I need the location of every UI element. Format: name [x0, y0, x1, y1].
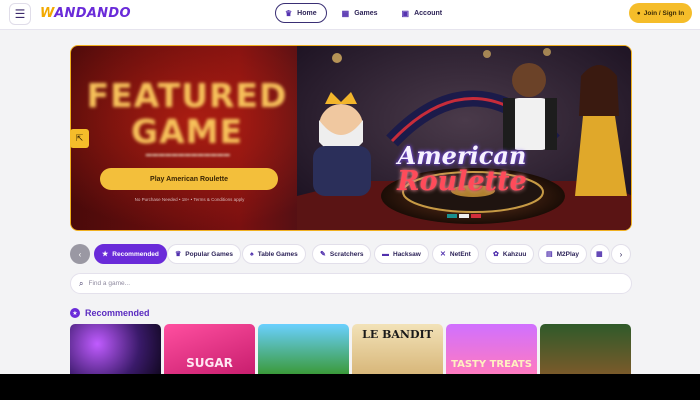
category-scratchers[interactable]: ✎ Scratchers: [312, 244, 372, 264]
chevron-left-icon[interactable]: ‹: [70, 244, 90, 264]
crown-icon: ♛: [175, 251, 182, 258]
section-header: ★ Recommended: [70, 308, 150, 318]
category-more[interactable]: ▦: [590, 244, 610, 264]
nav-account[interactable]: ▣ Account: [393, 3, 452, 23]
play-featured-button[interactable]: Play American Roulette: [100, 168, 278, 190]
featured-title: FEATURED GAME: [86, 76, 288, 151]
account-icon: ▣: [401, 8, 410, 18]
star-icon: ★: [102, 251, 109, 258]
game-tile[interactable]: LE BANDIT: [352, 324, 443, 374]
grid-icon: ▦: [596, 251, 603, 258]
search-input[interactable]: [88, 280, 489, 287]
featured-game-art: [297, 46, 631, 230]
site-logo[interactable]: WANDANDO: [40, 6, 131, 21]
games-icon: ▦: [341, 8, 350, 18]
category-recommended[interactable]: ★ Recommended: [94, 244, 167, 264]
chevron-right-icon[interactable]: ›: [611, 244, 631, 264]
user-icon: ●: [636, 9, 641, 17]
bottom-black-bar: [0, 374, 700, 400]
category-bar: ‹ ★ Recommended ♛ Popular Games ♠ Table …: [70, 244, 632, 266]
menu-button[interactable]: ☰: [9, 3, 31, 25]
game-logo-text: American Roulette: [397, 141, 527, 197]
m2play-icon: ▤: [546, 251, 553, 258]
featured-disclaimer: No Purchase Needed • 18+ • Terms & Condi…: [134, 197, 245, 202]
game-tile[interactable]: [540, 324, 631, 374]
nav-home[interactable]: ♛ Home: [275, 3, 327, 23]
netent-icon: ✕: [440, 251, 446, 258]
game-search: ⌕: [70, 273, 632, 294]
game-tile[interactable]: [258, 324, 349, 374]
external-link-icon[interactable]: ⇱: [70, 129, 89, 148]
game-tile[interactable]: [70, 324, 161, 374]
category-netent[interactable]: ✕ NetEnt: [432, 244, 479, 264]
category-table-games[interactable]: ♠ Table Games: [242, 244, 306, 264]
game-tiles-row: SUGAR LE BANDIT TASTY TREATS: [70, 324, 632, 374]
search-icon: ⌕: [79, 278, 84, 288]
scratch-icon: ✎: [320, 251, 326, 258]
main-nav: ♛ Home ▦ Games ▣ Account: [275, 3, 451, 23]
hacksaw-icon: ▬: [382, 250, 389, 258]
game-tile[interactable]: TASTY TREATS: [446, 324, 537, 374]
nav-games[interactable]: ▦ Games: [333, 3, 387, 23]
category-kahzuu[interactable]: ✿ Kahzuu: [485, 244, 535, 264]
category-hacksaw[interactable]: ▬ Hacksaw: [374, 244, 429, 264]
hamburger-icon: ☰: [14, 7, 26, 21]
crown-icon: ♛: [285, 8, 293, 18]
game-tile[interactable]: SUGAR: [164, 324, 255, 374]
featured-subtitle-blurred: ▬▬▬▬▬▬▬▬▬▬▬▬▬: [145, 152, 231, 158]
category-popular-games[interactable]: ♛ Popular Games: [167, 244, 241, 264]
featured-banner: FEATURED GAME ▬▬▬▬▬▬▬▬▬▬▬▬▬ Play America…: [70, 45, 632, 231]
category-m2play[interactable]: ▤ M2Play: [538, 244, 588, 264]
spade-icon: ♠: [250, 250, 254, 258]
top-header: ☰ WANDANDO ♛ Home ▦ Games ▣ Account ● Jo…: [0, 0, 700, 30]
kahzuu-icon: ✿: [493, 251, 499, 258]
star-icon: ★: [70, 308, 80, 318]
join-signin-button[interactable]: ● Join / Sign In: [629, 3, 692, 23]
section-title: Recommended: [85, 308, 150, 318]
